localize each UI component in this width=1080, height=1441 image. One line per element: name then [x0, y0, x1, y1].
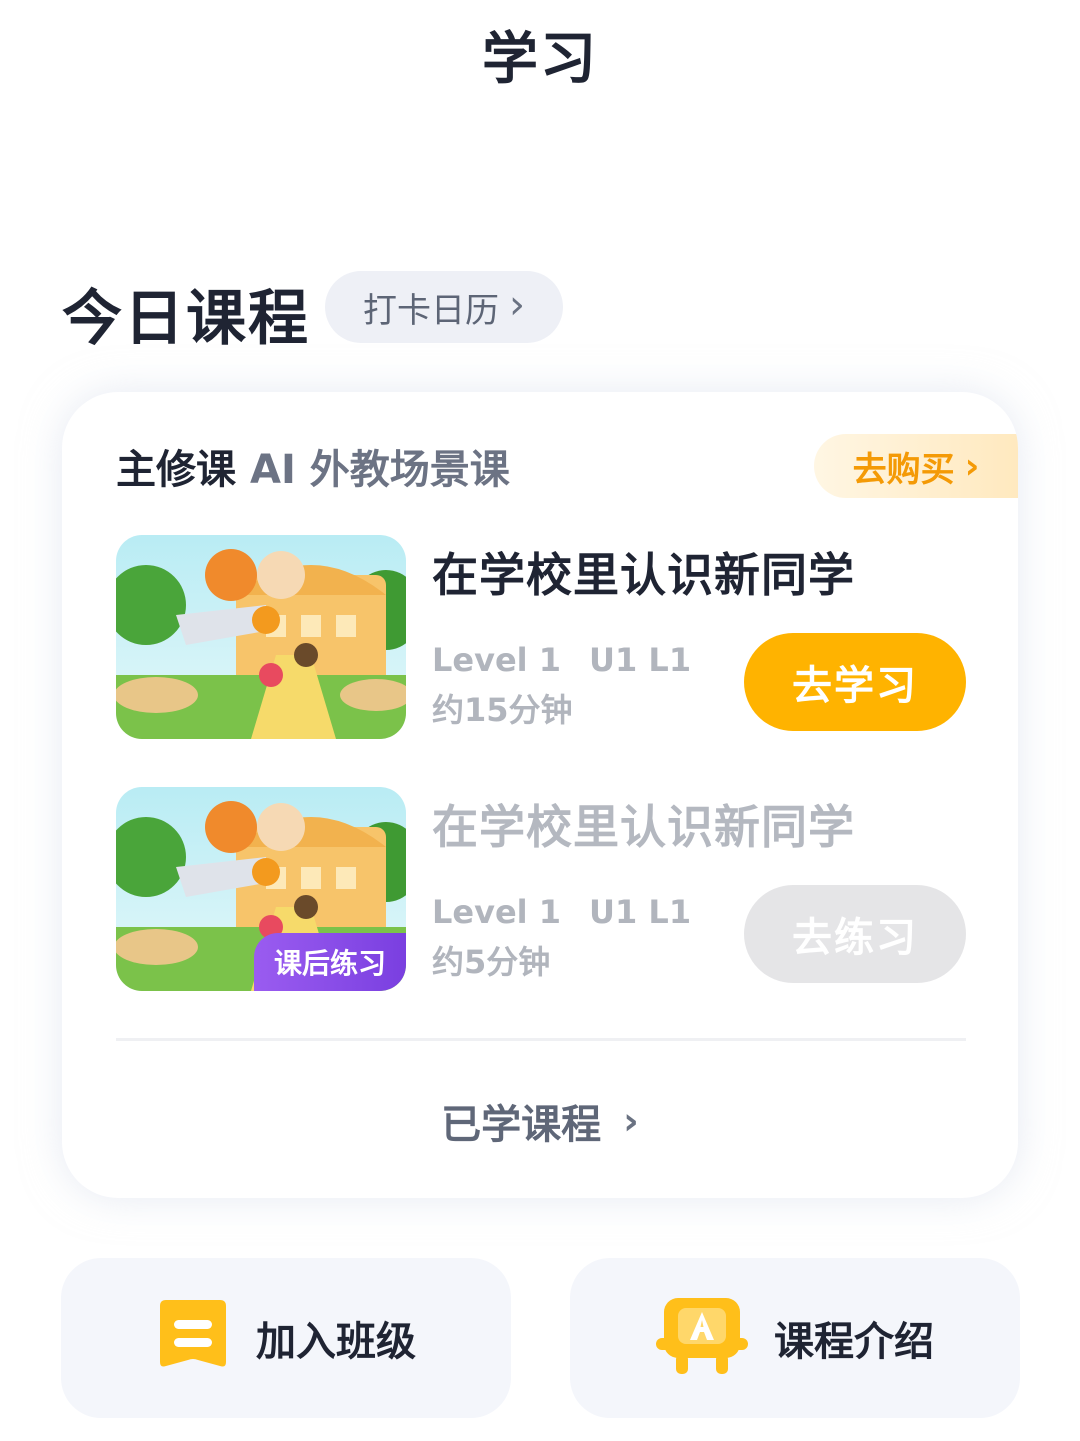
- learned-courses-label: 已学课程: [441, 1102, 602, 1148]
- lesson-thumbnail[interactable]: 课后练习: [116, 787, 406, 991]
- lesson-level: Level 1: [432, 641, 562, 679]
- course-intro-label: 课程介绍: [774, 1319, 934, 1365]
- join-class-tile[interactable]: 加入班级: [61, 1258, 511, 1418]
- chevron-right-icon: ›: [509, 282, 525, 328]
- lesson-illustration: [116, 535, 406, 739]
- learned-courses-link[interactable]: 已学课程 ›: [62, 1092, 1018, 1150]
- lesson-duration: 约15分钟: [432, 691, 573, 729]
- lesson-duration: 约5分钟: [432, 943, 551, 981]
- course-intro-tile[interactable]: 课程介绍: [570, 1258, 1020, 1418]
- section-title-today: 今日课程: [62, 284, 310, 354]
- lesson-title: 在学校里认识新同学: [432, 548, 855, 602]
- lesson-item[interactable]: 在学校里认识新同学 Level 1 U1 L1 约15分钟 去学习: [116, 535, 976, 741]
- join-class-label: 加入班级: [256, 1319, 416, 1365]
- main-course-label: 主修课: [116, 447, 236, 493]
- after-class-badge: 课后练习: [254, 933, 406, 991]
- practice-button[interactable]: 去练习: [744, 885, 966, 983]
- checkin-calendar-label: 打卡日历: [363, 290, 499, 331]
- chevron-right-icon: ›: [623, 1099, 639, 1143]
- buy-label: 去购买: [852, 449, 955, 490]
- today-course-card: 主修课 AI 外教场景课 去购买 › 在学校里认识新同学 Level 1 U1 …: [62, 392, 1018, 1198]
- chevron-right-icon: ›: [964, 445, 980, 487]
- course-subtitle: AI 外教场景课: [250, 447, 510, 493]
- buy-button[interactable]: 去购买 ›: [814, 434, 1018, 498]
- lesson-unit: U1 L1: [589, 641, 692, 679]
- lesson-level: Level 1: [432, 893, 562, 931]
- page-title: 学习: [482, 27, 598, 92]
- lesson-unit: U1 L1: [589, 893, 692, 931]
- divider: [116, 1038, 966, 1041]
- lesson-meta: Level 1 U1 L1 约5分钟: [432, 887, 691, 987]
- class-icon: [156, 1296, 230, 1380]
- course-intro-icon: [656, 1294, 748, 1382]
- lesson-title: 在学校里认识新同学: [432, 800, 855, 854]
- lesson-item[interactable]: 课后练习 在学校里认识新同学 Level 1 U1 L1 约5分钟 去练习: [116, 787, 976, 993]
- lesson-thumbnail[interactable]: [116, 535, 406, 739]
- course-type-label: 主修课 AI 外教场景课: [116, 437, 510, 495]
- checkin-calendar-button[interactable]: 打卡日历 ›: [325, 271, 563, 343]
- start-learning-button[interactable]: 去学习: [744, 633, 966, 731]
- lesson-meta: Level 1 U1 L1 约15分钟: [432, 635, 691, 735]
